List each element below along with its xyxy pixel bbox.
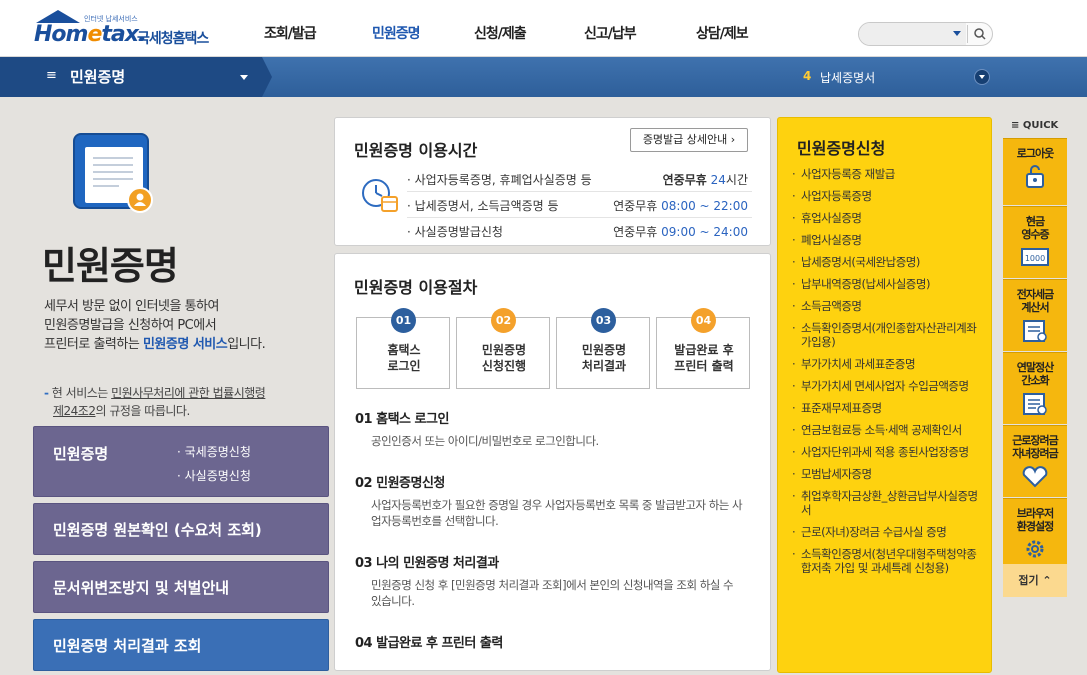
service-hours-panel: 민원증명 이용시간 증명발급 상세안내 › · 사업자등록증명, 휴폐업사실증명…: [334, 117, 771, 246]
civil-certificate-button[interactable]: 민원증명: [53, 443, 108, 464]
procedure-title: 민원증명 이용절차: [354, 278, 478, 297]
certificate-item[interactable]: 휴업사실증명: [792, 211, 984, 225]
quick-year-end[interactable]: 연말정산 간소화: [1003, 352, 1067, 424]
heart-icon: [1022, 466, 1048, 488]
logo-korean-name: 국세청홈택스: [137, 31, 209, 47]
certificate-item[interactable]: 납부내역증명(납세사실증명): [792, 277, 984, 291]
civil-certificate-icon: [73, 133, 153, 213]
location-dropdown-icon[interactable]: [974, 69, 990, 85]
menu-title[interactable]: 민원증명: [70, 66, 125, 87]
location-number: 4: [803, 69, 812, 83]
sub-menu-bar: ≡ 민원증명 4 납세증명서: [0, 57, 1087, 97]
top-header: 인터넷 납세서비스 Hometax. 국세청홈택스 조회/발급 민원증명 신청/…: [0, 0, 1087, 57]
hamburger-icon[interactable]: ≡: [46, 69, 58, 82]
certificate-item[interactable]: 연금보험료등 소득·세액 공제확인서: [792, 423, 984, 437]
nav-consult[interactable]: 상담/제보: [696, 23, 776, 43]
service-highlight: 민원증명 서비스: [142, 337, 228, 352]
procedure-step: 02 민원증명 신청진행: [456, 308, 550, 389]
clock-calendar-icon: [360, 175, 400, 215]
hours-row: · 사실증명발급신청 연중무휴 09:00 ~ 24:00: [407, 225, 748, 239]
procedure-step: 04 발급완료 후 프린터 출력: [656, 308, 750, 389]
person-icon: [127, 187, 153, 213]
nav-civil-certificate[interactable]: 민원증명: [372, 23, 452, 43]
menu-arrow-shape: [262, 57, 272, 97]
certificate-item[interactable]: 근로(자녀)장려금 수급사실 증명: [792, 525, 984, 539]
procedure-detail: 02 민원증명신청 사업자등록번호가 필요한 증명일 경우 사업자등록번호 목록…: [355, 476, 743, 528]
step-badge: 02: [491, 308, 516, 333]
hometax-logo[interactable]: 인터넷 납세서비스 Hometax. 국세청홈택스: [32, 10, 222, 52]
quick-e-invoice[interactable]: 전자세금 계산서: [1003, 279, 1067, 351]
svg-text:1000: 1000: [1025, 254, 1045, 263]
certificate-item[interactable]: 사업자등록증 재발급: [792, 167, 984, 181]
certificate-item[interactable]: 납세증명서(국세완납증명): [792, 255, 984, 269]
page-description: 세무서 방문 없이 인터넷을 통하여 민원증명발급을 신청하여 PC에서 프린터…: [44, 299, 266, 352]
certificate-item[interactable]: 부가가치세 면세사업자 수입금액증명: [792, 379, 984, 393]
forgery-prevention-button[interactable]: 문서위변조방지 및 처벌안내: [33, 561, 329, 613]
certificate-item[interactable]: 부가가치세 과세표준증명: [792, 357, 984, 371]
page-title: 민원증명: [42, 244, 179, 288]
receipt-icon: 1000: [1021, 248, 1049, 266]
quick-title: ≡ QUICK: [1011, 120, 1059, 131]
quick-earned-income-credit[interactable]: 근로장려금 자녀장려금: [1003, 425, 1067, 497]
quick-browser-settings[interactable]: 브라우저 환경설정: [1003, 498, 1067, 564]
certificate-item[interactable]: 표준재무제표증명: [792, 401, 984, 415]
certificate-item[interactable]: 소득확인증명서(청년우대형주택청약종합저축 가입 및 과세특례 신청용): [792, 547, 984, 575]
certificate-item[interactable]: 사업자단위과세 적용 종된사업장증명: [792, 445, 984, 459]
quick-fold-button[interactable]: 접기 ⌃: [1003, 564, 1067, 597]
apply-title: 민원증명신청: [797, 139, 886, 158]
nav-report-pay[interactable]: 신고/납부: [584, 23, 664, 43]
certificate-list: 사업자등록증 재발급사업자등록증명휴업사실증명폐업사실증명납세증명서(국세완납증…: [792, 167, 984, 583]
procedure-panel: 민원증명 이용절차 01 홈택스 로그인 02 민원증명 신청진행 03 민원증명 처…: [334, 253, 771, 671]
menu-selector[interactable]: [0, 57, 262, 97]
yearend-icon: [1023, 393, 1047, 415]
certificate-item[interactable]: 모범납세자증명: [792, 467, 984, 481]
certificate-item[interactable]: 폐업사실증명: [792, 233, 984, 247]
search-box: [858, 22, 993, 46]
search-button[interactable]: [967, 25, 991, 43]
procedure-detail: 01 홈택스 로그인 공인인증서 또는 아이디/비밀번호로 로그인합니다.: [355, 412, 599, 448]
certificate-item[interactable]: 소득금액증명: [792, 299, 984, 313]
step-badge: 04: [691, 308, 716, 333]
search-icon: [974, 28, 986, 40]
certificate-apply-panel: 민원증명신청 사업자등록증 재발급사업자등록증명휴업사실증명폐업사실증명납세증명…: [777, 117, 992, 673]
detail-guide-button[interactable]: 증명발급 상세안내 ›: [630, 128, 748, 152]
certificate-item[interactable]: 소득확인증명서(개인종합자산관리계좌 가입용): [792, 321, 984, 349]
logout-icon: [1026, 165, 1044, 188]
procedure-step: 03 민원증명 처리결과: [556, 308, 650, 389]
chevron-down-icon: [953, 31, 961, 36]
procedure-detail: 04 발급완료 후 프린터 출력: [355, 636, 503, 651]
logo-wordmark: Hometax.: [34, 22, 146, 47]
hours-row: · 사업자등록증명, 휴폐업사실증명 등 연중무휴 24시간: [407, 166, 752, 192]
nav-inquiry[interactable]: 조회/발급: [264, 23, 344, 43]
procedure-step: 01 홈택스 로그인: [356, 308, 450, 389]
location-label[interactable]: 납세증명서: [820, 69, 875, 86]
nav-apply[interactable]: 신청/제출: [474, 23, 554, 43]
certificate-item[interactable]: 취업후학자금상환_상환금납부사실증명서: [792, 489, 984, 517]
quick-menu: ≡ QUICK 로그아웃 현금 영수증 1000 전자세금 계산서 연말정산 간소화 …: [1003, 117, 1067, 617]
quick-cash-receipt[interactable]: 현금 영수증 1000: [1003, 206, 1067, 278]
hours-row: · 납세증명서, 소득금액증명 등 연중무휴 08:00 ~ 22:00: [407, 192, 752, 218]
national-tax-cert-link[interactable]: · 국세증명신청: [177, 443, 251, 460]
search-select[interactable]: [859, 23, 966, 45]
fact-cert-link[interactable]: · 사실증명신청: [177, 467, 251, 484]
result-inquiry-button[interactable]: 민원증명 처리결과 조회: [33, 619, 329, 671]
quick-logout[interactable]: 로그아웃: [1003, 138, 1067, 205]
civil-certificate-menu: 민원증명 · 국세증명신청 · 사실증명신청: [33, 426, 329, 497]
procedure-detail: 03 나의 민원증명 처리결과 민원증명 신청 후 [민원증명 처리결과 조회]…: [355, 556, 734, 608]
step-badge: 01: [391, 308, 416, 333]
left-column: 민원증명 세무서 방문 없이 인터넷을 통하여 민원증명발급을 신청하여 PC에…: [0, 97, 335, 675]
invoice-icon: [1023, 320, 1047, 342]
certificate-item[interactable]: 사업자등록증명: [792, 189, 984, 203]
gear-icon: [1026, 540, 1044, 558]
service-hours-title: 민원증명 이용시간: [354, 141, 478, 160]
step-badge: 03: [591, 308, 616, 333]
original-verify-button[interactable]: 민원증명 원본확인 (수요처 조회): [33, 503, 329, 555]
menu-dropdown-icon[interactable]: [240, 75, 248, 80]
legal-note: - 현 서비스는 민원사무처리에 관한 법률시행령 제24조2의 규정을 따릅니…: [44, 386, 266, 418]
